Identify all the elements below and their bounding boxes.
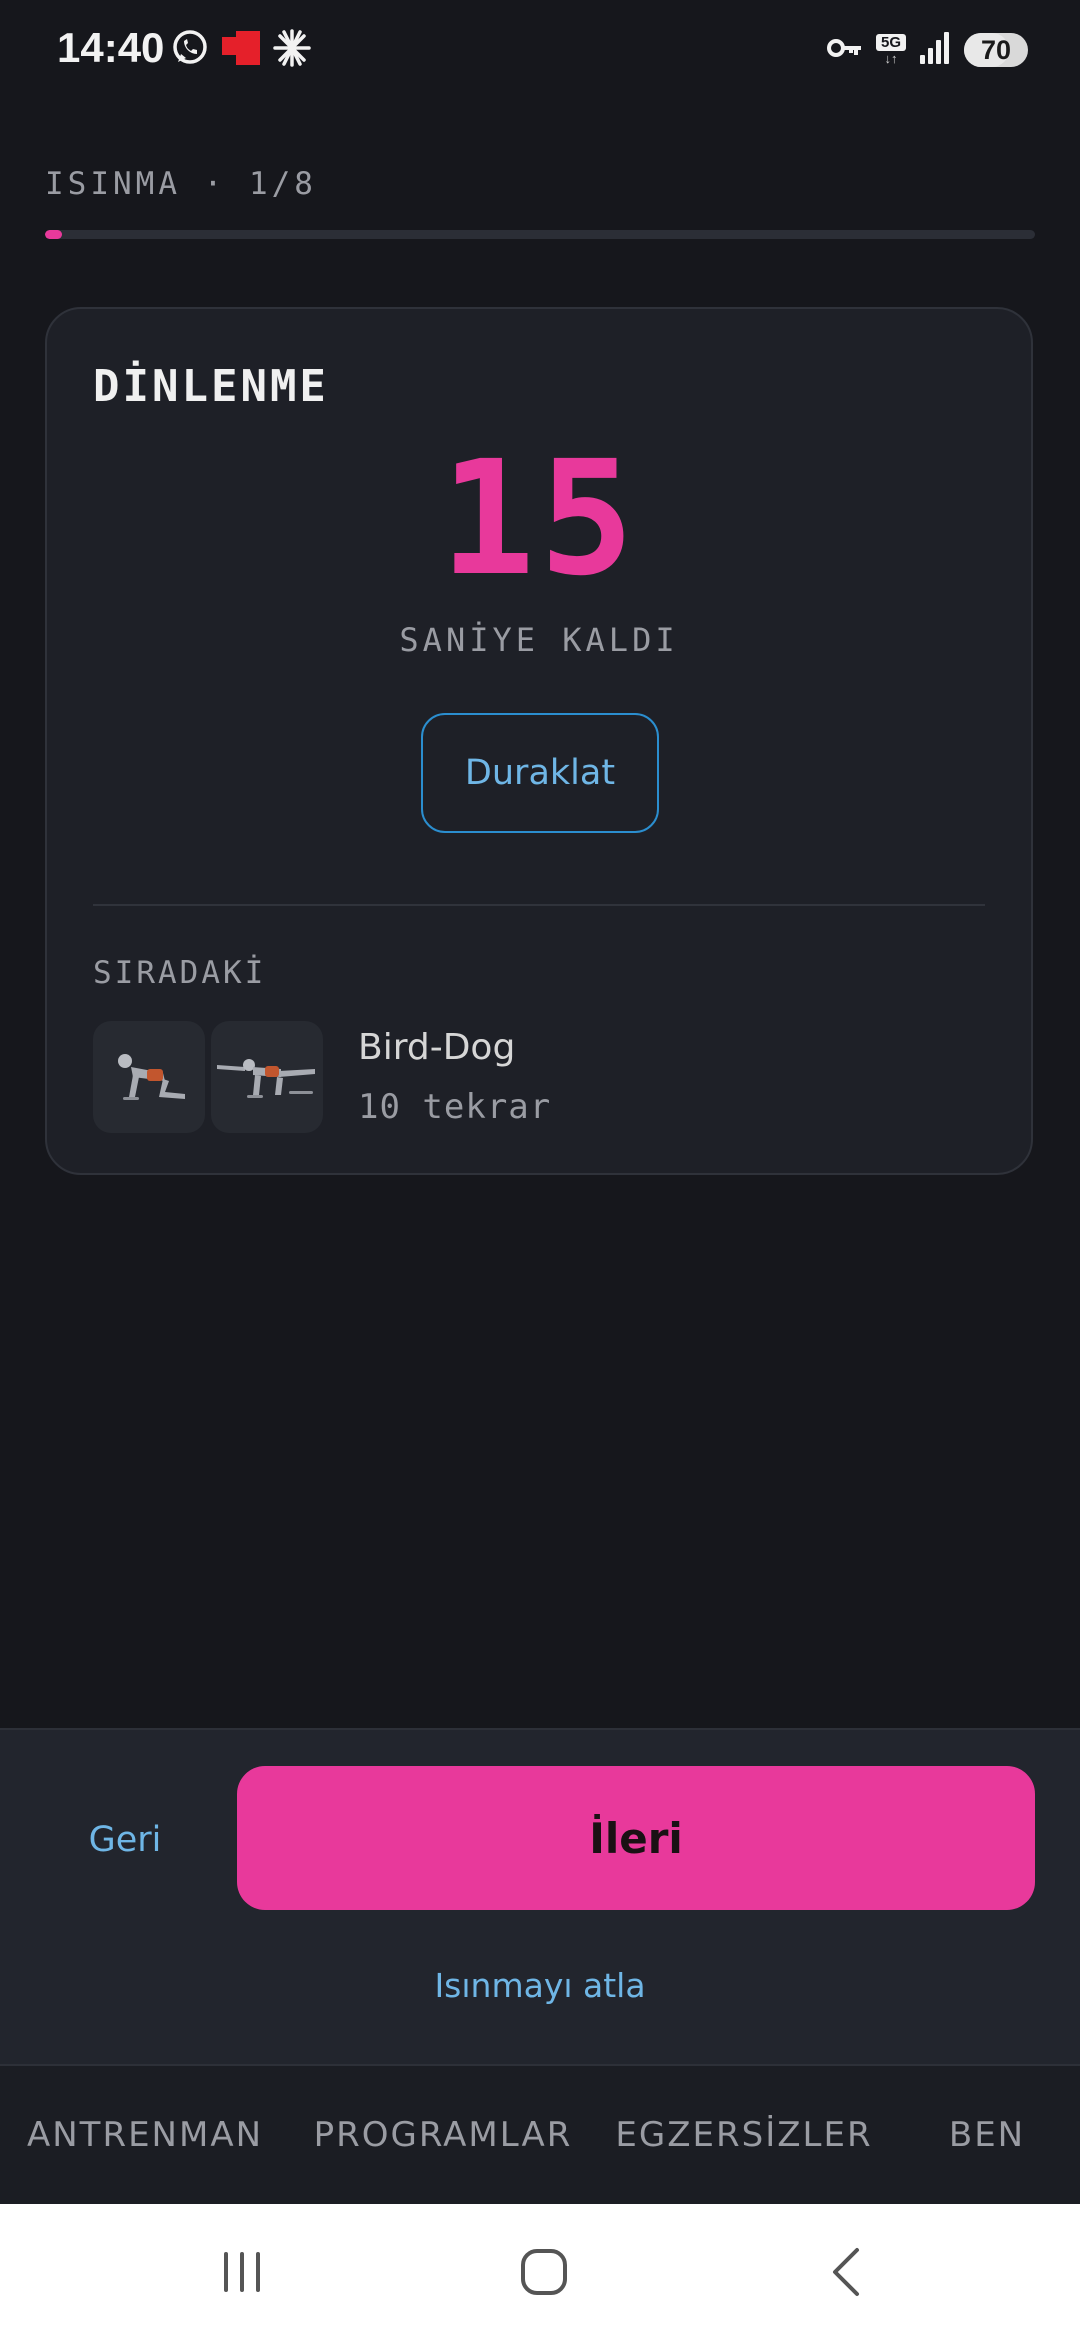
back-button[interactable]: Geri [40, 1768, 210, 1912]
rest-card: DİNLENME 15 SANİYE KALDI Duraklat SIRADA… [45, 307, 1033, 1175]
bird-dog-start-pose-icon [118, 1054, 185, 1100]
tab-programs[interactable]: PROGRAMLAR [300, 2066, 586, 2204]
tab-workout[interactable]: ANTRENMAN [10, 2066, 280, 2204]
notification-icons [170, 27, 312, 73]
next-exercise-thumbnail-start [93, 1021, 205, 1133]
status-time: 14:40 [57, 24, 165, 71]
recents-button[interactable] [187, 2232, 297, 2312]
workout-progress-fill [45, 230, 63, 239]
battery-level: 70 [980, 34, 1012, 65]
next-button[interactable]: İleri [237, 1766, 1035, 1910]
battery-icon: 70 [964, 33, 1028, 67]
workout-progress-bar [45, 230, 1035, 239]
next-exercise-thumbnail-extended [211, 1021, 323, 1133]
workout-screen: 14:40 5G ↓↑ 70 ISINMA · 1/8 DİNLENME 15 … [0, 0, 1080, 2340]
status-bar: 14:40 5G ↓↑ 70 [0, 0, 1080, 100]
whatsapp-icon [170, 28, 210, 73]
tab-exercises[interactable]: EGZERSİZLER [604, 2066, 884, 2204]
sparkle-icon [272, 28, 312, 73]
tab-me[interactable]: BEN [912, 2066, 1062, 2204]
pause-button[interactable]: Duraklat [421, 713, 659, 833]
action-panel: Geri İleri Isınmayı atla [0, 1728, 1080, 2064]
next-exercise-reps: 10 tekrar [358, 1087, 552, 1127]
countdown-value: 15 [439, 427, 639, 611]
bottom-tab-bar: ANTRENMAN PROGRAMLAR EGZERSİZLER BEN [0, 2064, 1080, 2204]
back-chevron-icon [833, 2248, 859, 2296]
countdown-caption: SANİYE KALDI [399, 621, 679, 659]
rest-title: DİNLENME [93, 361, 329, 412]
system-navigation-bar [0, 2204, 1080, 2340]
system-icons: 5G ↓↑ 70 [826, 27, 1028, 73]
vpn-key-icon [826, 33, 864, 68]
divider [93, 904, 985, 906]
skip-warmup-link[interactable]: Isınmayı atla [0, 1966, 1080, 2005]
home-button[interactable] [489, 2232, 599, 2312]
home-icon [521, 2249, 567, 2295]
bird-dog-extended-pose-icon [217, 1059, 315, 1098]
red-app-icon [220, 28, 262, 73]
next-up-label: SIRADAKİ [93, 955, 267, 991]
system-back-button[interactable] [792, 2232, 902, 2312]
section-progress-label: ISINMA · 1/8 [45, 166, 317, 202]
signal-icon [918, 31, 952, 70]
next-exercise-name: Bird-Dog [358, 1027, 516, 1068]
network-5g-icon: 5G ↓↑ [876, 34, 906, 66]
recents-icon [224, 2252, 260, 2292]
